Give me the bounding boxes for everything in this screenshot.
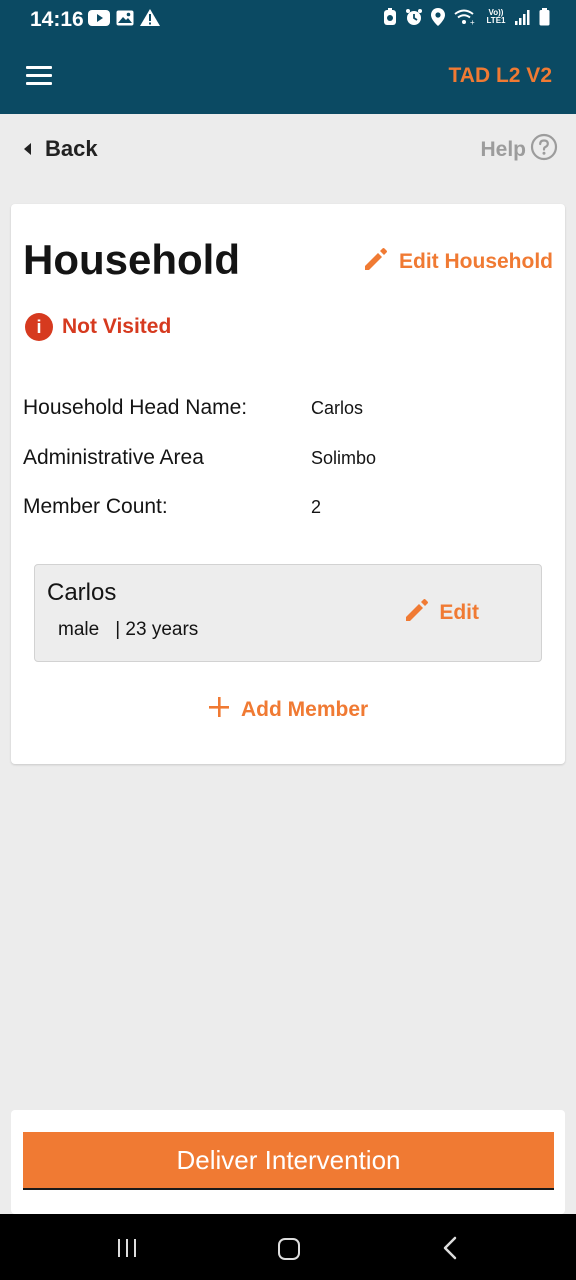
visit-status-label: Not Visited	[62, 315, 172, 338]
add-member-label: Add Member	[241, 697, 369, 721]
member-name: Carlos	[47, 579, 117, 606]
alarm-icon	[383, 8, 397, 26]
help-button[interactable]: Help	[480, 133, 558, 166]
household-card: Household Edit Household i Not Visited H…	[11, 204, 565, 764]
deliver-intervention-label: Deliver Intervention	[176, 1144, 401, 1175]
hamburger-menu-icon[interactable]	[26, 66, 52, 86]
footer-panel: Deliver Intervention	[11, 1110, 565, 1214]
member-sex: male	[58, 619, 100, 640]
app-bar: TAD L2 V2	[0, 36, 576, 114]
edit-household-label: Edit Household	[399, 249, 553, 273]
back-button[interactable]: Back	[24, 136, 98, 162]
info-value: Solimbo	[311, 448, 377, 468]
add-member-button[interactable]: Add Member	[208, 696, 368, 723]
member-age: | 23 years	[115, 619, 199, 640]
app-title: TAD L2 V2	[448, 64, 552, 87]
system-back-icon[interactable]	[442, 1236, 458, 1265]
battery-icon	[539, 8, 550, 26]
wifi-icon: +	[453, 8, 477, 26]
edit-member-button[interactable]: Edit	[404, 597, 479, 628]
recent-apps-icon[interactable]	[118, 1239, 136, 1257]
help-label: Help	[480, 137, 526, 161]
status-time: 14:16	[30, 8, 84, 31]
warning-icon	[140, 9, 160, 26]
home-icon[interactable]	[278, 1238, 300, 1260]
system-nav-bar	[0, 1214, 576, 1280]
back-label: Back	[45, 136, 98, 161]
info-value: 2	[311, 497, 322, 517]
status-bar: 14:16 + Vo)) LTE1	[0, 0, 576, 36]
deliver-intervention-button[interactable]: Deliver Intervention	[23, 1132, 554, 1190]
nav-row: Back Help	[0, 114, 576, 184]
pencil-icon	[363, 246, 389, 277]
member-card[interactable]: Carlos male | 23 years Edit	[34, 564, 542, 662]
info-label: Household Head Name:	[23, 396, 248, 419]
pencil-icon	[404, 597, 430, 628]
visit-status: i Not Visited	[25, 313, 171, 341]
volte-icon: Vo)) LTE1	[485, 9, 507, 25]
image-icon	[116, 10, 134, 26]
youtube-icon	[88, 9, 110, 26]
info-alert-icon: i	[25, 313, 53, 341]
household-title: Household	[23, 236, 240, 283]
signal-icon	[515, 9, 531, 25]
help-icon	[530, 133, 558, 166]
edit-household-button[interactable]: Edit Household	[363, 246, 553, 277]
location-icon	[431, 8, 445, 26]
svg-text:+: +	[470, 18, 475, 26]
info-label: Administrative Area	[23, 446, 204, 469]
member-meta: male | 23 years	[58, 619, 198, 641]
clock-icon	[405, 8, 423, 26]
plus-icon	[208, 696, 230, 723]
info-value: Carlos	[311, 398, 364, 418]
edit-member-label: Edit	[439, 600, 479, 624]
back-arrow-icon	[24, 143, 31, 155]
network-label: Vo)) LTE1	[486, 8, 506, 25]
info-label: Member Count:	[23, 495, 168, 518]
